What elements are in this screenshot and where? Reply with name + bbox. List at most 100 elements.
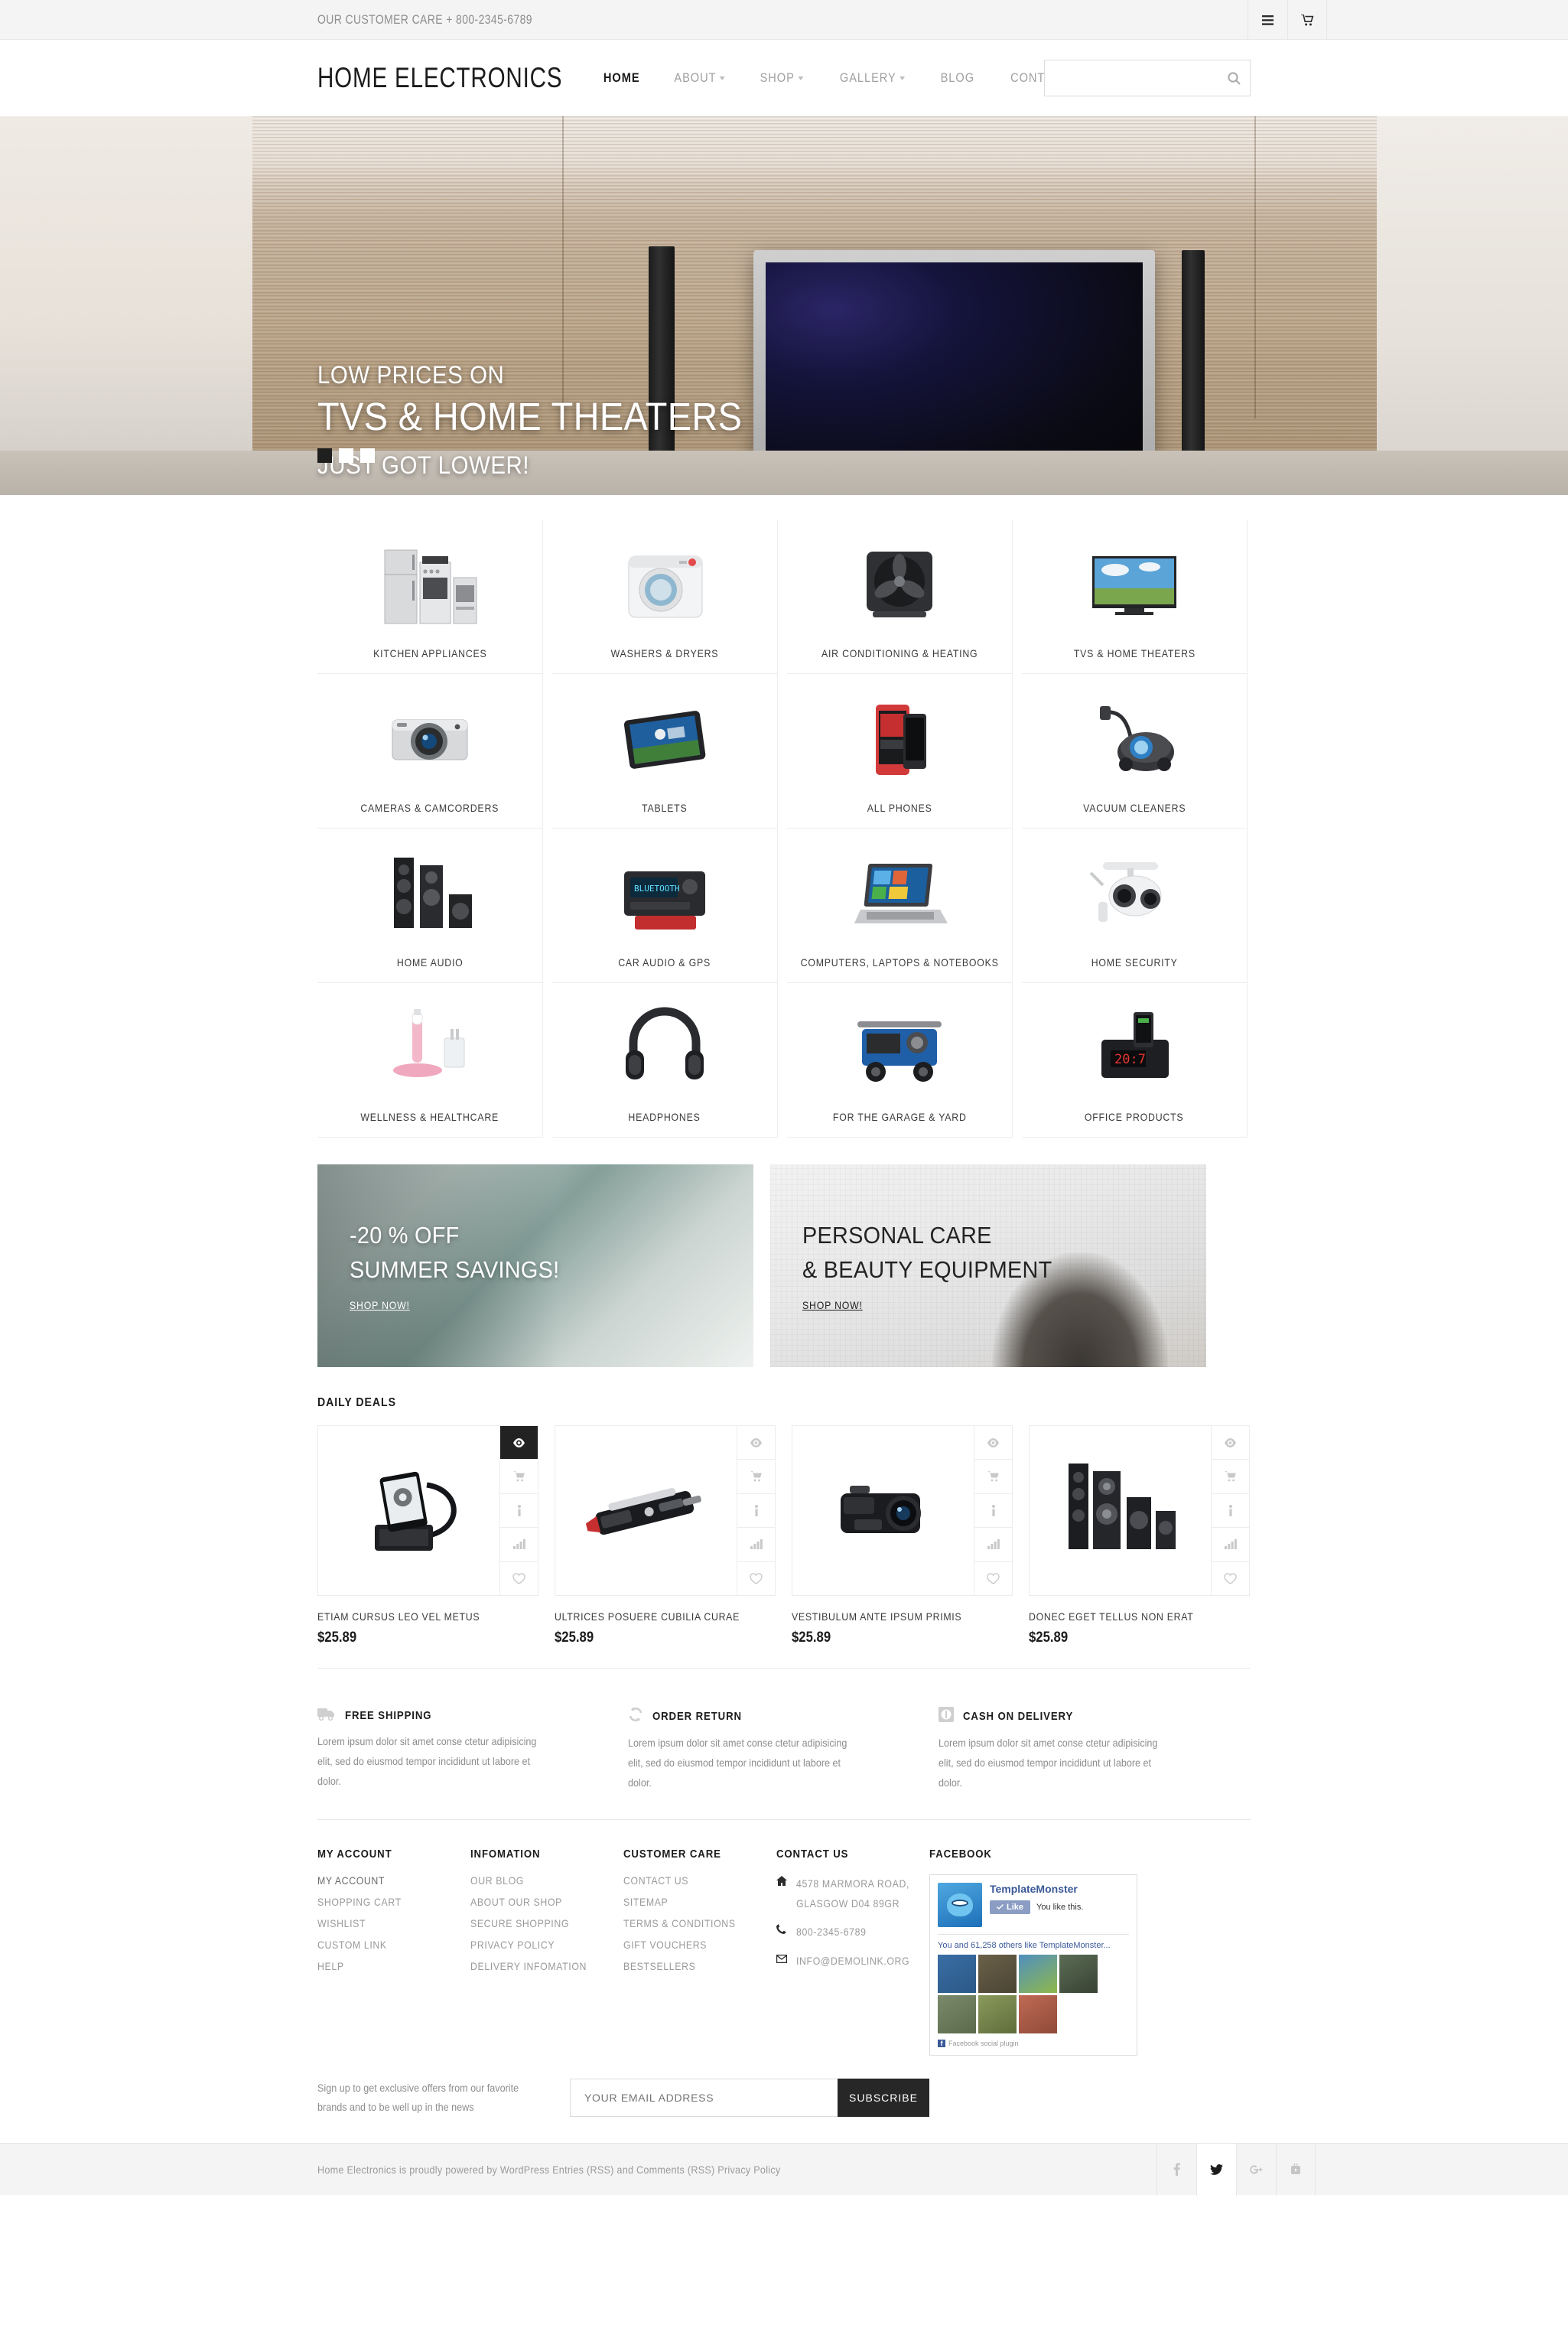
quick-view-icon[interactable] (974, 1426, 1012, 1460)
wishlist-heart-icon[interactable] (1212, 1562, 1249, 1595)
info-icon[interactable] (737, 1494, 775, 1529)
category-office-products[interactable]: 20:7 OFFICE PRODUCTS (1022, 983, 1248, 1138)
contact-email-text[interactable]: INFO@DEMOLINK.ORG (796, 1952, 909, 1971)
info-icon[interactable] (974, 1494, 1012, 1529)
category-tablets[interactable]: TABLETS (552, 674, 778, 829)
envelope-icon (776, 1952, 789, 1967)
info-icon[interactable] (1212, 1494, 1249, 1529)
category-vacuum-cleaners[interactable]: VACUUM CLEANERS (1022, 674, 1248, 829)
contact-phone: 800-2345-6789 (776, 1923, 929, 1942)
facebook-others-link[interactable]: TemplateMonster... (1039, 1941, 1111, 1950)
hero-line-2: TVS & HOME THEATERS (317, 395, 743, 438)
footer-link-about-our-shop[interactable]: ABOUT OUR SHOP (470, 1896, 605, 1908)
hero-slide-dot-2[interactable] (339, 448, 353, 463)
footer-link-terms-conditions[interactable]: TERMS & CONDITIONS (623, 1917, 758, 1929)
facebook-like-box: TemplateMonster Like You like this. You … (929, 1874, 1137, 2056)
category-computers-laptops-notebooks[interactable]: COMPUTERS, LAPTOPS & NOTEBOOKS (787, 829, 1013, 983)
product-price: $25.89 (1029, 1630, 1069, 1646)
facebook-others-text: You and 61,258 others like TemplateMonst… (938, 1941, 1129, 1950)
nav-item-blog[interactable]: BLOG (929, 70, 986, 86)
promo-shop-now-link[interactable]: SHOP NOW! (802, 1299, 863, 1311)
product-name[interactable]: VESTIBULUM ANTE IPSUM PRIMIS (792, 1610, 986, 1623)
footer-link-shopping-cart[interactable]: SHOPPING CART (317, 1896, 452, 1908)
cart-icon[interactable] (1287, 0, 1327, 40)
camcorder-icon[interactable] (792, 1426, 974, 1595)
category-washers-dryers[interactable]: WASHERS & DRYERS (552, 519, 778, 674)
speaker-system-icon[interactable] (1030, 1426, 1211, 1595)
footer-link-bestsellers[interactable]: BESTSELLERS (623, 1960, 758, 1972)
contact-phone-text[interactable]: 800-2345-6789 (796, 1923, 867, 1942)
category-cameras-camcorders[interactable]: CAMERAS & CAMCORDERS (317, 674, 543, 829)
compare-icon[interactable] (737, 1528, 775, 1562)
wishlist-heart-icon[interactable] (500, 1562, 538, 1595)
quick-view-icon[interactable] (737, 1426, 775, 1460)
youtube-icon[interactable] (1276, 2143, 1316, 2196)
promo-banner-personal-care[interactable]: PERSONAL CARE & BEAUTY EQUIPMENT SHOP NO… (770, 1164, 1206, 1367)
footer-link-custom-link[interactable]: CUSTOM LINK (317, 1939, 452, 1951)
wishlist-heart-icon[interactable] (737, 1562, 775, 1595)
social-links (1156, 2143, 1316, 2196)
category-all-phones[interactable]: ALL PHONES (787, 674, 1013, 829)
category-row: WELLNESS & HEALTHCARE HEADPHONES FOR THE… (317, 983, 1251, 1138)
footer-link-my-account[interactable]: MY ACCOUNT (317, 1874, 452, 1887)
product-name[interactable]: ULTRICES POSUERE CUBILIA CURAE (555, 1610, 749, 1623)
compare-icon[interactable] (1212, 1528, 1249, 1562)
footer-link-our-blog[interactable]: OUR BLOG (470, 1874, 605, 1887)
product-name[interactable]: DONEC EGET TELLUS NON ERAT (1029, 1610, 1223, 1623)
category-wellness-healthcare[interactable]: WELLNESS & HEALTHCARE (317, 983, 543, 1138)
twitter-icon[interactable] (1196, 2143, 1236, 2196)
footer-link-privacy-policy[interactable]: PRIVACY POLICY (470, 1939, 605, 1951)
wishlist-heart-icon[interactable] (974, 1562, 1012, 1595)
quick-view-icon[interactable] (1212, 1426, 1249, 1460)
category-car-audio-gps[interactable]: BLUETOOTH CAR AUDIO & GPS (552, 829, 778, 983)
footer-link-gift-vouchers[interactable]: GIFT VOUCHERS (623, 1939, 758, 1951)
generator-icon (795, 1000, 1004, 1096)
compare-icon[interactable] (974, 1528, 1012, 1562)
category-tvs-home-theaters[interactable]: TVS & HOME THEATERS (1022, 519, 1248, 674)
cart-icon[interactable] (737, 1460, 775, 1494)
nav-item-shop[interactable]: SHOP (749, 70, 815, 86)
nav-item-gallery[interactable]: GALLERY (828, 70, 916, 86)
info-icon[interactable] (500, 1494, 538, 1529)
nav-item-home[interactable]: HOME (591, 70, 652, 86)
phone-dock-icon[interactable] (318, 1426, 499, 1595)
category-for-the-garage-yard[interactable]: FOR THE GARAGE & YARD (787, 983, 1013, 1138)
footer-link-secure-shopping[interactable]: SECURE SHOPPING (470, 1917, 605, 1929)
radar-detector-icon[interactable] (555, 1426, 737, 1595)
nav-label: ABOUT (674, 70, 717, 85)
quick-view-icon[interactable] (500, 1426, 538, 1460)
subscribe-button[interactable]: SUBSCRIBE (838, 2078, 929, 2117)
category-home-audio[interactable]: HOME AUDIO (317, 829, 543, 983)
list-icon[interactable] (1248, 0, 1287, 40)
category-home-security[interactable]: HOME SECURITY (1022, 829, 1248, 983)
promo-shop-now-link[interactable]: SHOP NOW! (350, 1299, 410, 1311)
facebook-page-name[interactable]: TemplateMonster (990, 1883, 1083, 1895)
cart-icon[interactable] (1212, 1460, 1249, 1494)
hero-slide-dot-3[interactable] (360, 448, 375, 463)
category-kitchen-appliances[interactable]: KITCHEN APPLIANCES (317, 519, 543, 674)
compare-icon[interactable] (500, 1528, 538, 1562)
footer-link-sitemap[interactable]: SITEMAP (623, 1896, 758, 1908)
search-input[interactable] (1045, 60, 1218, 96)
facebook-icon[interactable] (1156, 2143, 1196, 2196)
hero-slide-dot-1[interactable] (317, 448, 332, 463)
nav-item-about[interactable]: ABOUT (662, 70, 737, 86)
footer-link-wishlist[interactable]: WISHLIST (317, 1917, 452, 1929)
cart-icon[interactable] (500, 1460, 538, 1494)
facebook-like-button[interactable]: Like (990, 1900, 1031, 1914)
footer-link-help[interactable]: HELP (317, 1960, 452, 1972)
footer-column-facebook: FACEBOOK TemplateMonster Like You like t… (929, 1848, 1166, 2056)
search-icon[interactable] (1218, 60, 1250, 96)
google-plus-icon[interactable] (1236, 2143, 1276, 2196)
cart-icon[interactable] (974, 1460, 1012, 1494)
promo-banner-summer-savings[interactable]: -20 % OFF SUMMER SAVINGS! SHOP NOW! (317, 1164, 753, 1367)
footer-link-contact-us[interactable]: CONTACT US (623, 1874, 758, 1887)
footer-link-delivery-information[interactable]: DELIVERY INFOMATION (470, 1960, 605, 1972)
site-logo[interactable]: HOME ELECTRONICS (317, 62, 562, 94)
truck-icon (317, 1707, 336, 1724)
category-air-conditioning-heating[interactable]: AIR CONDITIONING & HEATING (787, 519, 1013, 674)
newsletter-email-input[interactable] (570, 2078, 838, 2117)
product-name[interactable]: ETIAM CURSUS LEO VEL METUS (317, 1610, 512, 1623)
feature-title: FREE SHIPPING (345, 1709, 432, 1722)
category-headphones[interactable]: HEADPHONES (552, 983, 778, 1138)
